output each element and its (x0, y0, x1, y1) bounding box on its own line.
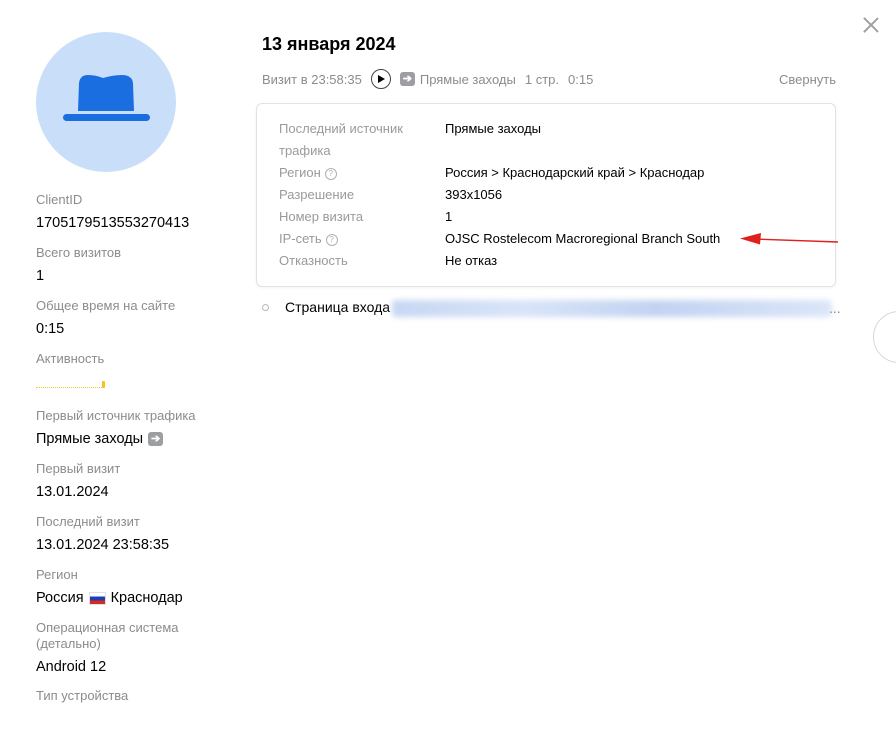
os-field: Операционная система (детально) Android … (36, 620, 236, 688)
last-visit-field: Последний визит 13.01.2024 23:58:35 (36, 514, 236, 567)
detail-value: 1 (445, 209, 453, 224)
client-id-label: ClientID (36, 192, 83, 207)
close-button[interactable] (860, 14, 882, 36)
detail-label: Регион (279, 165, 321, 180)
total-time-label: Общее время на сайте (36, 298, 176, 313)
visit-summary-bar: Визит в 23:58:35 ➔ Прямые заходы 1 стр. … (262, 69, 836, 89)
detail-row-resolution: Разрешение 393x1056 (279, 184, 502, 206)
detail-label: Разрешение (279, 187, 355, 202)
russia-flag-icon (88, 591, 106, 605)
visit-pages: 1 стр. (524, 71, 559, 87)
os-value: Android 12 (36, 659, 107, 675)
region-field: Регион Россия Краснодар (36, 567, 236, 620)
total-time-field: Общее время на сайте 0:15 (36, 298, 236, 351)
detail-row-ip-network: IP-сеть? OJSC Rostelecom Macroregional B… (279, 228, 720, 250)
detail-label: Последний источник трафика (279, 121, 403, 158)
detail-row-bounce: Отказность Не отказ (279, 250, 497, 272)
client-id-field: ClientID 1705179513553270413 (36, 192, 236, 245)
device-type-label: Тип устройства (36, 688, 129, 703)
total-time-value: 0:15 (36, 321, 65, 337)
activity-label: Активность (36, 351, 105, 366)
annotation-arrow (740, 233, 839, 245)
collapse-link[interactable]: Свернуть (779, 72, 836, 87)
chevron-right-icon[interactable] (873, 311, 896, 363)
detail-row-region: Регион? Россия > Краснодарский край > Кр… (279, 162, 704, 184)
first-source-label: Первый источник трафика (36, 408, 196, 423)
total-visits-label: Всего визитов (36, 245, 122, 260)
detail-row-source: Последний источник трафика Прямые заходы (279, 118, 541, 162)
entry-page-row: Страница входа (262, 299, 390, 315)
os-label: Операционная система (детально) (36, 620, 179, 651)
entry-page-url[interactable] (392, 300, 832, 317)
visit-source: Прямые заходы (419, 71, 516, 87)
visit-duration: 0:15 (568, 71, 594, 87)
detail-value: OJSC Rostelecom Macroregional Branch Sou… (445, 231, 721, 246)
first-visit-field: Первый визит 13.01.2024 (36, 461, 236, 514)
arrow-right-icon: ➔ (399, 72, 415, 86)
detail-value: 393x1056 (445, 187, 503, 202)
visitor-profile: ClientID 1705179513553270413 Всего визит… (36, 192, 236, 741)
total-visits-field: Всего визитов 1 (36, 245, 236, 298)
first-source-value: Прямые заходы (36, 431, 144, 447)
url-ellipsis: ... (829, 300, 841, 316)
detail-value: Не отказ (445, 253, 498, 268)
first-visit-label: Первый визит (36, 461, 121, 476)
play-icon[interactable] (370, 69, 391, 89)
last-visit-value: 13.01.2024 23:58:35 (36, 537, 170, 553)
region-city: Краснодар (110, 590, 183, 606)
visit-details-card: Последний источник трафика Прямые заходы… (256, 103, 836, 287)
avatar (36, 32, 176, 172)
visit-time: Визит в 23:58:35 (262, 71, 362, 87)
arrow-right-icon: ➔ (148, 432, 164, 446)
client-id-value: 1705179513553270413 (36, 215, 190, 231)
detail-row-visit-number: Номер визита 1 (279, 206, 452, 228)
help-icon[interactable]: ? (325, 234, 338, 246)
entry-page-label: Страница входа (285, 299, 391, 315)
detail-label: Номер визита (279, 209, 364, 224)
activity-field: Активность (36, 351, 236, 408)
help-icon[interactable]: ? (324, 168, 337, 180)
detail-value: Прямые заходы (445, 121, 542, 136)
first-source-field: Первый источник трафика Прямые заходы ➔ (36, 408, 236, 461)
activity-chart (36, 381, 105, 388)
total-visits-value: 1 (36, 268, 45, 284)
region-country: Россия (36, 590, 84, 606)
hat-icon (63, 75, 150, 121)
bullet-icon (262, 303, 269, 311)
device-type-field: Тип устройства (36, 688, 236, 741)
first-visit-value: 13.01.2024 (36, 484, 109, 500)
detail-label: IP-сеть (279, 231, 322, 246)
page-title: 13 января 2024 (262, 34, 396, 54)
region-label: Регион (36, 567, 78, 582)
last-visit-label: Последний визит (36, 514, 140, 529)
detail-value: Россия > Краснодарский край > Краснодар (445, 165, 705, 180)
detail-label: Отказность (279, 253, 348, 268)
